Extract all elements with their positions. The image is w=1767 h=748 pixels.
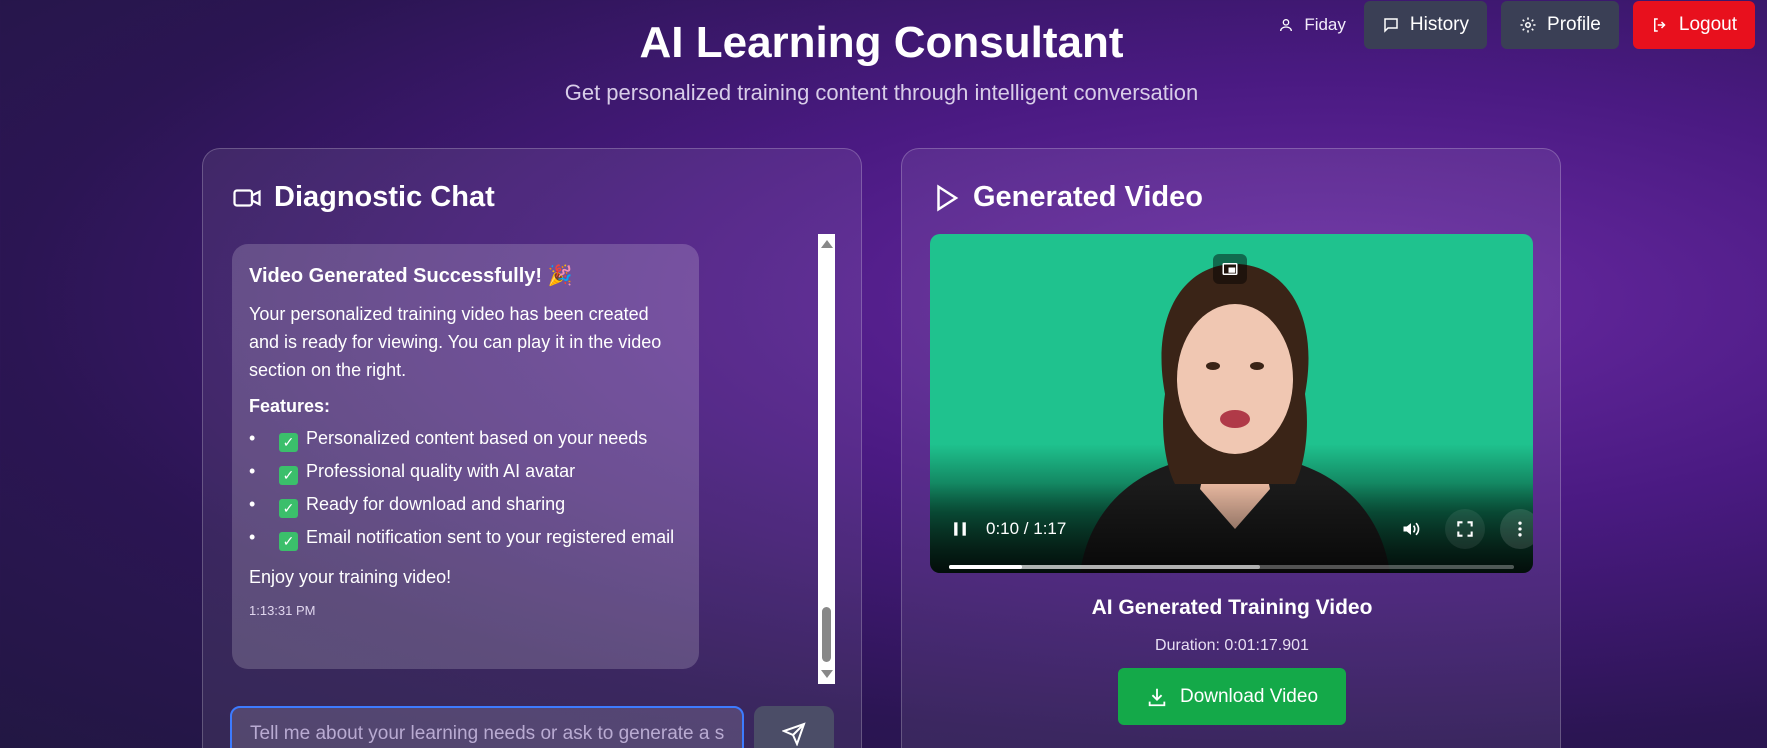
send-button[interactable]	[754, 706, 834, 748]
chat-scrollbar[interactable]	[818, 234, 835, 684]
check-icon: ✓	[279, 433, 298, 452]
chat-heading: Diagnostic Chat	[232, 181, 495, 214]
video-camera-icon	[233, 188, 261, 207]
more-options-button[interactable]	[1500, 509, 1533, 549]
download-video-button[interactable]: Download Video	[1118, 668, 1346, 725]
features-label: Features:	[249, 396, 331, 416]
scroll-up-icon[interactable]	[821, 240, 833, 248]
download-icon	[1148, 688, 1166, 706]
message-timestamp: 1:13:31 PM	[249, 603, 316, 618]
video-played-bar	[949, 565, 1023, 569]
video-heading: Generated Video	[931, 181, 1203, 214]
check-icon: ✓	[279, 466, 298, 485]
message-closing: Enjoy your training video!	[249, 567, 452, 587]
feature-item: • ✓ Email notification sent to your regist…	[249, 527, 675, 551]
download-video-label: Download Video	[1179, 685, 1319, 707]
scroll-down-icon[interactable]	[821, 670, 833, 678]
video-duration: Duration: 0:01:17.901	[1155, 637, 1309, 654]
video-progress-bar[interactable]	[949, 565, 1514, 569]
play-icon	[937, 183, 959, 212]
message-body: Your personalized training video has bee…	[249, 304, 662, 380]
page-title: AI Learning Consultant	[639, 18, 1124, 67]
feature-item: • ✓ Personalized content based on your nee…	[249, 428, 648, 452]
feature-item: • ✓ Professional quality with AI avatar	[249, 461, 576, 485]
video-title: AI Generated Training Video	[1091, 596, 1373, 619]
check-icon: ✓	[279, 532, 298, 551]
page-subtitle: Get personalized training content throug…	[564, 80, 1199, 105]
pause-icon[interactable]	[950, 519, 970, 539]
send-icon	[782, 722, 806, 746]
feature-item: • ✓ Ready for download and sharing	[249, 494, 566, 518]
chat-message-list[interactable]: Video Generated Successfully! 🎉 Your per…	[232, 234, 835, 684]
generated-video-panel: Generated Video 0:10 / 1:17 AI Generated…	[901, 148, 1561, 748]
chat-input[interactable]	[230, 706, 744, 748]
video-time: 0:10 / 1:17	[986, 519, 1067, 538]
more-vertical-icon	[1518, 521, 1522, 537]
chat-input-row	[230, 706, 834, 748]
picture-in-picture-button[interactable]	[1213, 254, 1247, 284]
fullscreen-icon	[1457, 521, 1473, 537]
message-title: Video Generated Successfully! 🎉	[249, 265, 573, 287]
video-controls: 0:10 / 1:17	[930, 483, 1533, 573]
scroll-thumb[interactable]	[822, 607, 831, 662]
picture-in-picture-icon	[1222, 263, 1238, 275]
features-list: • ✓ Personalized content based on your nee…	[249, 424, 682, 551]
diagnostic-chat-panel: Diagnostic Chat Video Generated Successf…	[202, 148, 862, 748]
chat-heading-label: Diagnostic Chat	[274, 181, 495, 213]
video-player[interactable]: 0:10 / 1:17	[930, 234, 1533, 573]
video-heading-label: Generated Video	[973, 181, 1203, 213]
volume-button[interactable]	[1391, 509, 1431, 549]
assistant-message: Video Generated Successfully! 🎉 Your per…	[232, 244, 699, 669]
volume-icon	[1403, 522, 1420, 536]
check-icon: ✓	[279, 499, 298, 518]
fullscreen-button[interactable]	[1445, 509, 1485, 549]
